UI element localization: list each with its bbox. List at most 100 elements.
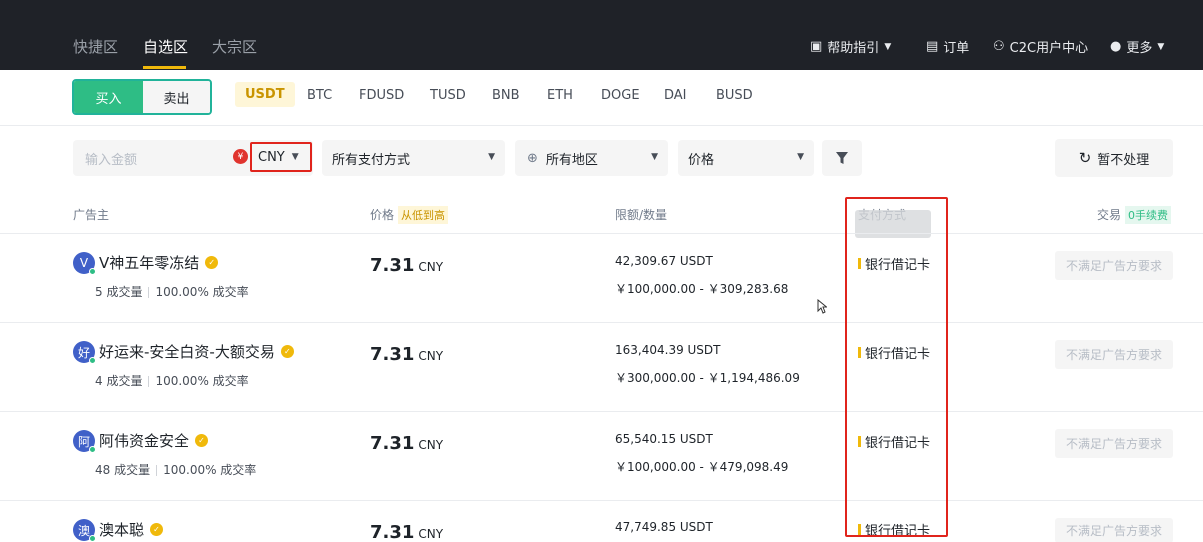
tab-custom[interactable]: 自选区 bbox=[143, 36, 188, 57]
available-amount: 65,540.15 USDT bbox=[615, 432, 713, 446]
advertiser-stats: 5 成交量 100.00% 成交率 bbox=[95, 283, 249, 300]
users-icon: ⚇ bbox=[993, 39, 1005, 54]
orders-label: 订单 bbox=[943, 41, 970, 56]
advertiser-name-text: 好运来-安全白资-大额交易 bbox=[99, 343, 275, 361]
completion-rate: 100.00% 成交率 bbox=[155, 285, 249, 299]
price: 7.31 CNY bbox=[370, 255, 443, 276]
more-label: 更多 bbox=[1126, 41, 1153, 56]
advertiser-stats: 48 成交量 100.00% 成交率 bbox=[95, 461, 256, 478]
completion-rate: 100.00% 成交率 bbox=[163, 463, 257, 477]
order-limit: ￥300,000.00 - ￥1,194,486.09 bbox=[615, 371, 800, 385]
available-amount: 47,749.85 USDT bbox=[615, 520, 713, 534]
filter-button[interactable] bbox=[822, 140, 862, 176]
online-dot bbox=[89, 357, 96, 364]
avatar[interactable]: 阿 bbox=[73, 430, 96, 453]
zero-fee-badge: 0手续费 bbox=[1125, 206, 1172, 224]
avatar-letter: V bbox=[79, 256, 89, 270]
yuan-icon: ¥ bbox=[233, 149, 248, 164]
col-price[interactable]: 价格 从低到高 bbox=[370, 206, 449, 224]
coin-bnb[interactable]: BNB bbox=[492, 88, 520, 103]
chevron-down-icon: ▼ bbox=[797, 152, 804, 162]
coin-row: 买入 卖出 USDT BTC FDUSD TUSD BNB ETH DOGE D… bbox=[0, 70, 1203, 126]
sort-value: 价格 bbox=[688, 152, 715, 168]
advertiser-stats: 4 成交量 100.00% 成交率 bbox=[95, 372, 249, 389]
verified-icon: ✓ bbox=[195, 434, 209, 447]
avatar-letter: 阿 bbox=[77, 434, 90, 449]
advertiser-name[interactable]: 好运来-安全白资-大额交易 ✓ bbox=[99, 341, 294, 362]
col-price-label: 价格 bbox=[370, 208, 395, 222]
region-select[interactable]: ⊕ 所有地区 ▼ bbox=[515, 140, 668, 176]
payment-column-highlight bbox=[845, 197, 948, 537]
trade-button[interactable]: 不满足广告方要求 bbox=[1055, 340, 1173, 369]
payment-value: 所有支付方式 bbox=[332, 152, 411, 168]
online-dot bbox=[89, 446, 96, 453]
refresh-button[interactable]: ↻ 暂不处理 bbox=[1055, 139, 1173, 177]
verified-icon: ✓ bbox=[280, 345, 294, 358]
order-limit: ￥100,000.00 - ￥309,283.68 bbox=[615, 282, 789, 296]
advertiser-name-text: 澳本聪 bbox=[99, 521, 145, 539]
c2c-label: C2C用户中心 bbox=[1009, 41, 1089, 56]
price-currency: CNY bbox=[418, 438, 444, 452]
order-count: 5 成交量 bbox=[95, 285, 143, 299]
avatar[interactable]: V bbox=[73, 252, 96, 275]
more-icon: ● bbox=[1110, 39, 1122, 54]
avatar[interactable]: 澳 bbox=[73, 519, 96, 542]
funnel-icon bbox=[836, 152, 848, 164]
price: 7.31 CNY bbox=[370, 344, 443, 365]
order-count: 48 成交量 bbox=[95, 463, 151, 477]
price-sort-badge[interactable]: 从低到高 bbox=[398, 206, 449, 224]
online-dot bbox=[89, 535, 96, 542]
top-navigation: 快捷区 自选区 大宗区 ▣ 帮助指引 ▼ ▤ 订单 ⚇ C2C用户中心 ● 更多… bbox=[0, 0, 1203, 70]
coin-eth[interactable]: ETH bbox=[547, 88, 573, 103]
table-row: 阿 阿伟资金安全 ✓ 48 成交量 100.00% 成交率 7.31 CNY 65,5… bbox=[0, 411, 1203, 500]
orders-link[interactable]: ▤ 订单 bbox=[926, 37, 969, 56]
avatar-letter: 好 bbox=[77, 345, 90, 360]
advertiser-name[interactable]: V神五年零冻结 ✓ bbox=[99, 252, 219, 273]
chevron-down-icon: ▼ bbox=[488, 152, 495, 162]
table-row: V V神五年零冻结 ✓ 5 成交量 100.00% 成交率 7.31 CNY 42,3… bbox=[0, 233, 1203, 322]
tab-quick[interactable]: 快捷区 bbox=[73, 36, 118, 57]
sort-select[interactable]: 价格 ▼ bbox=[678, 140, 814, 176]
more-menu[interactable]: ● 更多 ▼ bbox=[1110, 37, 1164, 56]
coin-usdt[interactable]: USDT bbox=[235, 82, 295, 107]
advertiser-name-text: 阿伟资金安全 bbox=[99, 432, 190, 450]
avatar[interactable]: 好 bbox=[73, 341, 96, 364]
refresh-label: 暂不处理 bbox=[1097, 152, 1150, 168]
col-advertiser: 广告主 bbox=[73, 208, 110, 222]
currency-select[interactable]: CNY ▼ bbox=[250, 142, 312, 172]
chevron-down-icon: ▼ bbox=[651, 152, 658, 162]
price: 7.31 CNY bbox=[370, 522, 443, 542]
coin-busd[interactable]: BUSD bbox=[716, 88, 753, 103]
sell-button[interactable]: 卖出 bbox=[143, 81, 210, 113]
coin-btc[interactable]: BTC bbox=[307, 88, 332, 103]
trade-button[interactable]: 不满足广告方要求 bbox=[1055, 518, 1173, 542]
region-value: 所有地区 bbox=[545, 152, 598, 168]
amount-input[interactable]: 输入金额 bbox=[85, 149, 137, 168]
price-currency: CNY bbox=[418, 260, 444, 274]
refresh-icon: ↻ bbox=[1078, 149, 1092, 167]
help-icon: ▣ bbox=[810, 39, 823, 54]
buy-button[interactable]: 买入 bbox=[74, 81, 143, 113]
coin-tusd[interactable]: TUSD bbox=[430, 88, 466, 103]
col-trade-label: 交易 bbox=[1097, 208, 1122, 222]
document-icon: ▤ bbox=[926, 39, 939, 54]
table-row: 好 好运来-安全白资-大额交易 ✓ 4 成交量 100.00% 成交率 7.31 CN… bbox=[0, 322, 1203, 411]
coin-doge[interactable]: DOGE bbox=[601, 88, 640, 103]
active-tab-indicator bbox=[143, 66, 186, 69]
coin-dai[interactable]: DAI bbox=[664, 88, 687, 103]
advertiser-name[interactable]: 阿伟资金安全 ✓ bbox=[99, 430, 209, 451]
trade-button[interactable]: 不满足广告方要求 bbox=[1055, 251, 1173, 280]
trade-button[interactable]: 不满足广告方要求 bbox=[1055, 429, 1173, 458]
available-amount: 163,404.39 USDT bbox=[615, 343, 721, 357]
payment-select[interactable]: 所有支付方式 ▼ bbox=[322, 140, 505, 176]
help-menu[interactable]: ▣ 帮助指引 ▼ bbox=[810, 37, 891, 56]
currency-value: CNY bbox=[258, 149, 285, 165]
chevron-down-icon: ▼ bbox=[884, 41, 892, 52]
avatar-letter: 澳 bbox=[77, 523, 90, 538]
coin-fdusd[interactable]: FDUSD bbox=[359, 88, 404, 103]
advertiser-name[interactable]: 澳本聪 ✓ bbox=[99, 519, 164, 540]
advertiser-name-text: V神五年零冻结 bbox=[99, 254, 200, 272]
globe-icon: ⊕ bbox=[527, 150, 538, 166]
c2c-center-link[interactable]: ⚇ C2C用户中心 bbox=[993, 37, 1088, 56]
tab-block[interactable]: 大宗区 bbox=[212, 36, 257, 57]
